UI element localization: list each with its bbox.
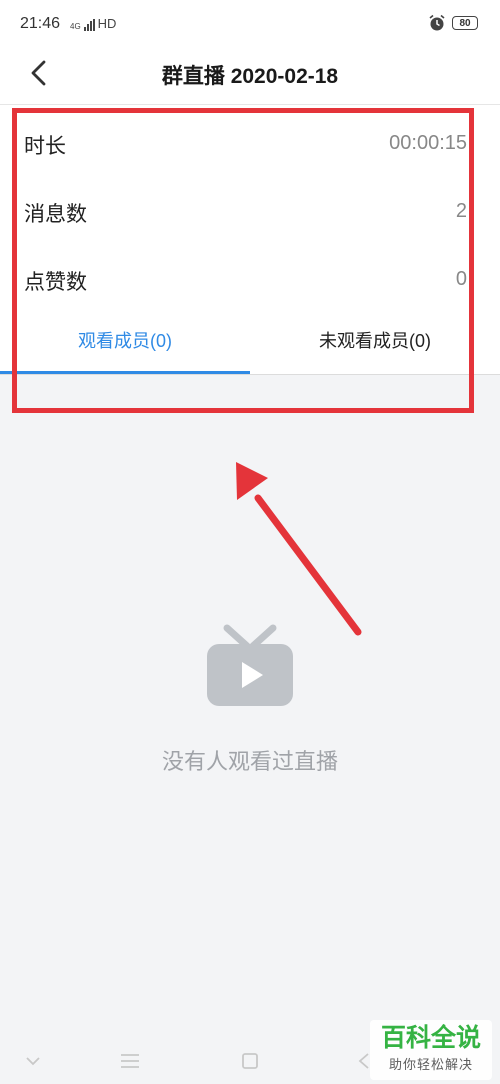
stat-value: 2	[455, 200, 467, 222]
member-tabs: 观看成员(0) 未观看成员(0)	[0, 312, 500, 374]
app-header: 群直播 2020-02-18	[0, 50, 500, 105]
divider	[0, 374, 500, 375]
page-title: 群直播 2020-02-18	[161, 65, 339, 88]
status-bar: 21:46 4G HD 80	[0, 0, 500, 50]
battery-level: 80	[459, 18, 471, 29]
hd-label: HD	[97, 16, 117, 31]
stat-label: 消息数	[24, 203, 87, 226]
tab-unwatched-members[interactable]: 未观看成员(0)	[250, 312, 500, 374]
stat-value: 00:00:15	[389, 132, 467, 154]
nav-down-icon[interactable]	[18, 1048, 48, 1074]
stat-label: 点赞数	[24, 271, 87, 294]
battery-icon: 80	[452, 16, 478, 30]
network-type: 4G	[70, 22, 81, 31]
stat-row-messages: 消息数 2	[0, 178, 500, 238]
status-time: 21:46	[20, 15, 61, 32]
watermark-logo: 百科全说 助你轻松解决	[370, 1020, 492, 1080]
stat-value: 0	[455, 268, 467, 290]
tab-watched-members[interactable]: 观看成员(0)	[0, 312, 250, 374]
empty-state-text: 没有人观看过直播	[161, 749, 338, 774]
stat-label: 时长	[24, 135, 66, 158]
network-indicator: 4G HD	[70, 16, 116, 31]
stat-row-likes: 点赞数 0	[0, 246, 500, 306]
tab-label: 观看成员(0)	[78, 331, 172, 351]
watermark-title: 百科全说	[380, 1024, 481, 1052]
watermark-subtitle: 助你轻松解决	[388, 1057, 473, 1072]
tv-icon	[207, 624, 293, 706]
tab-label: 未观看成员(0)	[319, 331, 431, 351]
signal-icon	[83, 19, 95, 31]
nav-menu-icon[interactable]	[115, 1048, 145, 1074]
alarm-icon	[429, 14, 445, 31]
nav-home-icon[interactable]	[235, 1048, 265, 1074]
stat-row-duration: 时长 00:00:15	[0, 110, 500, 170]
